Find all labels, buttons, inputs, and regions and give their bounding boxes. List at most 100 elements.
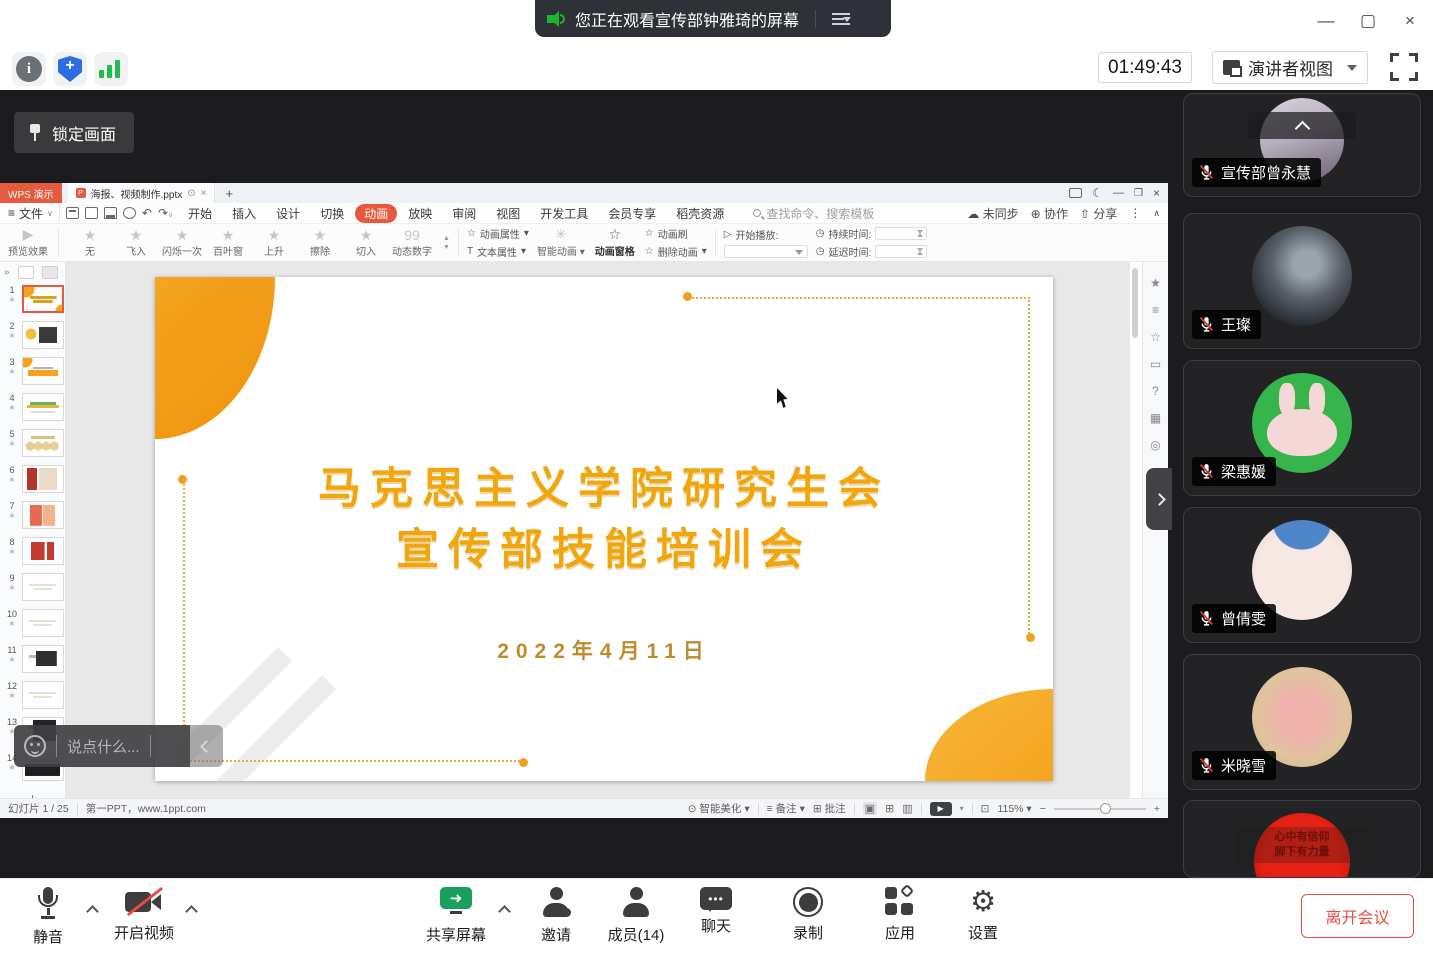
output-icon[interactable]: [85, 207, 98, 219]
chat-button[interactable]: ••• 聊天: [676, 887, 756, 936]
participant-tile-米晓雪[interactable]: 米晓雪: [1183, 654, 1421, 790]
current-slide[interactable]: 马克思主义学院研究生会 宣传部技能培训会 2022年4月11日: [155, 277, 1053, 781]
zoom-in-button[interactable]: +: [1154, 803, 1160, 815]
quick-chat-bar[interactable]: 说点什么...: [14, 725, 190, 767]
minimize-button[interactable]: —: [1309, 6, 1343, 36]
participant-tile-王璨[interactable]: 王璨: [1183, 213, 1421, 349]
apps-button[interactable]: 应用: [860, 887, 940, 943]
start-play-dropdown[interactable]: [724, 245, 808, 258]
print-icon[interactable]: [104, 207, 117, 219]
save-icon[interactable]: [66, 207, 79, 219]
participant-tile-曾倩雯[interactable]: 曾倩雯: [1183, 507, 1421, 643]
undo-icon[interactable]: ↶: [142, 206, 152, 220]
menu-放映[interactable]: 放映: [399, 204, 441, 223]
banner-menu-icon[interactable]: [832, 13, 850, 25]
animation-gallery-item[interactable]: ★ 切入: [343, 228, 389, 258]
right-tool-icon-6[interactable]: ◎: [1150, 438, 1160, 452]
wps-document-tab[interactable]: P 海报、视频制作.pptx ⊙ ×: [68, 183, 216, 203]
animation-gallery-item[interactable]: ★ 飞入: [113, 228, 159, 258]
share-screen-button[interactable]: ➜ 共享屏幕: [416, 887, 496, 945]
slide-thumbnail[interactable]: 5 ★: [0, 429, 65, 465]
menu-开发工具[interactable]: 开发工具: [531, 204, 597, 223]
security-button[interactable]: [53, 52, 87, 86]
fullscreen-button[interactable]: [1390, 53, 1418, 81]
slide-thumbnail[interactable]: 9 ★: [0, 573, 65, 609]
chat-input-placeholder[interactable]: 说点什么...: [67, 736, 140, 757]
delay-spinner[interactable]: [875, 245, 927, 258]
sync-status[interactable]: ☁ 未同步: [967, 205, 1018, 222]
right-tool-icon-2[interactable]: ☆: [1150, 330, 1161, 344]
lock-screen-button[interactable]: 锁定画面: [14, 112, 134, 153]
smart-animation-button[interactable]: ✳ 智能动画 ▾: [537, 227, 585, 258]
slide-thumbnail[interactable]: 3 ★: [0, 357, 65, 393]
mic-options-chevron[interactable]: [86, 905, 99, 918]
animation-properties-button[interactable]: ☆ 动画属性 ▾: [467, 226, 529, 241]
menu-会员专享[interactable]: 会员专享: [599, 204, 665, 223]
new-tab-button[interactable]: +: [225, 186, 233, 201]
record-button[interactable]: 录制: [768, 887, 848, 943]
right-tool-icon-4[interactable]: ?: [1152, 384, 1159, 398]
collaborate-button[interactable]: ⊕ 协作: [1031, 205, 1068, 222]
animation-gallery-item[interactable]: ★ 上升: [251, 228, 297, 258]
touch-mode-icon[interactable]: [1069, 188, 1082, 198]
zoom-slider-knob[interactable]: [1100, 803, 1111, 814]
menu-开始[interactable]: 开始: [179, 204, 221, 223]
grid-view-icon[interactable]: ⊞: [885, 802, 894, 815]
close-button[interactable]: ×: [1393, 6, 1427, 36]
emoji-icon[interactable]: [24, 735, 46, 757]
view-mode-selector[interactable]: 演讲者视图: [1212, 51, 1368, 84]
slide-thumbnail[interactable]: 6 ★: [0, 465, 65, 501]
animation-gallery-item[interactable]: ★ 闪烁一次: [159, 228, 205, 258]
animation-gallery-item[interactable]: ★ 百叶窗: [205, 228, 251, 258]
slide-thumbnail[interactable]: 2 ★: [0, 321, 65, 357]
redo-icon[interactable]: ↷∨: [158, 206, 173, 220]
notes-button[interactable]: ≡ 备注 ▾: [767, 801, 805, 816]
sidebar-collapse-handle[interactable]: [1146, 468, 1172, 530]
maximize-button[interactable]: ▢: [1351, 6, 1385, 36]
canvas-scrollbar[interactable]: [1132, 268, 1138, 338]
menu-设计[interactable]: 设计: [267, 204, 309, 223]
preview-icon[interactable]: [123, 207, 136, 219]
preview-effect-button[interactable]: ▶ 预览效果: [6, 227, 50, 258]
zoom-out-button[interactable]: −: [1040, 803, 1046, 815]
dark-mode-icon[interactable]: ☾: [1092, 186, 1103, 200]
start-video-button[interactable]: 开启视频: [104, 887, 184, 943]
outline-view-button[interactable]: [18, 266, 34, 279]
animation-gallery-item[interactable]: 99 动态数字: [389, 228, 435, 258]
slide-thumbnail[interactable]: 11 ★: [0, 645, 65, 681]
participant-tile-宣传部曾永慧[interactable]: 宣传部曾永慧: [1183, 93, 1421, 197]
menu-动画[interactable]: 动画: [355, 204, 397, 223]
leave-meeting-button[interactable]: 离开会议: [1301, 894, 1414, 938]
play-options-caret[interactable]: ▾: [960, 804, 964, 813]
reading-view-icon[interactable]: ▥: [902, 802, 912, 815]
pin-tab-icon[interactable]: ⊙: [187, 188, 195, 199]
smart-beautify-button[interactable]: ⊙ 智能美化 ▾: [688, 801, 750, 816]
wps-restore-button[interactable]: ❐: [1134, 188, 1143, 199]
participant-tile-unnamed[interactable]: 心中有信仰脚下有力量: [1183, 800, 1421, 878]
slide-thumbnail[interactable]: 1 ★: [0, 285, 65, 321]
right-tool-icon-3[interactable]: ▭: [1150, 357, 1161, 371]
slide-thumbnail[interactable]: 4 ★: [0, 393, 65, 429]
delete-animation-button[interactable]: ☆ 删除动画 ▾: [645, 244, 707, 259]
zoom-slider[interactable]: [1054, 808, 1146, 810]
collapse-videos-button[interactable]: [1248, 112, 1356, 139]
text-properties-button[interactable]: T 文本属性 ▾: [467, 244, 529, 259]
slide-thumbnail[interactable]: 8 ★: [0, 537, 65, 573]
network-quality-button[interactable]: [94, 52, 128, 86]
close-tab-icon[interactable]: ×: [201, 188, 207, 199]
animation-gallery-item[interactable]: ★ 擦除: [297, 228, 343, 258]
menu-切换[interactable]: 切换: [311, 204, 353, 223]
slide-thumbnail[interactable]: 7 ★: [0, 501, 65, 537]
slideshow-play-button[interactable]: ▶: [930, 802, 952, 816]
members-button[interactable]: 成员(14): [596, 887, 676, 945]
more-menu-icon[interactable]: ⋮: [1129, 206, 1141, 220]
menu-审阅[interactable]: 审阅: [443, 204, 485, 223]
collapse-ribbon-icon[interactable]: ∧: [1153, 208, 1160, 219]
add-slide-button[interactable]: +: [0, 791, 65, 798]
menu-视图[interactable]: 视图: [487, 204, 529, 223]
wps-close-button[interactable]: ×: [1153, 186, 1160, 200]
menu-插入[interactable]: 插入: [223, 204, 265, 223]
share-options-chevron[interactable]: [498, 905, 511, 918]
share-button[interactable]: ⇧ 分享: [1080, 205, 1117, 222]
normal-view-icon[interactable]: ▣: [863, 802, 877, 815]
